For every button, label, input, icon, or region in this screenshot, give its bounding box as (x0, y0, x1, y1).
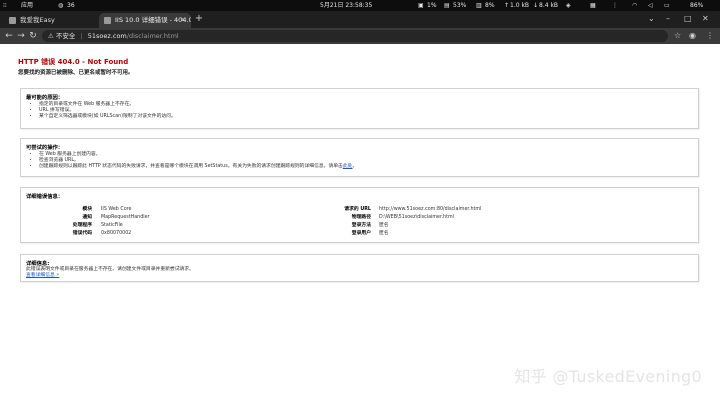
info-value: 匿名 (379, 231, 389, 236)
bookmark-star-icon[interactable]: ☆ (674, 31, 681, 41)
battery-level: 86% (690, 2, 704, 9)
info-key: 模块 (82, 207, 92, 212)
net-up: 1.0 kB (510, 2, 530, 9)
disk-usage: 8% (485, 2, 495, 9)
url-host: 51soez.com (87, 32, 127, 40)
browser-tab[interactable]: 我爱我Easy (4, 13, 96, 28)
profile-icon[interactable]: ◉ (689, 31, 696, 41)
memory-icon: ▤ (444, 2, 450, 9)
network-icon[interactable]: ⋮ (612, 0, 618, 11)
address-bar[interactable]: ⚠ 不安全 | 51soez.com/disclaimer.html (42, 30, 668, 42)
memory-usage: 53% (453, 2, 467, 9)
tray-icon[interactable]: ▦ (590, 0, 596, 11)
page-content: HTTP 错误 404.0 - Not Found 您要找的资源已被删除、已更名… (0, 44, 720, 405)
browser-toolbar: ← → ↻ ⚠ 不安全 | 51soez.com/disclaimer.html… (0, 28, 720, 44)
browser-tab-strip: 我爱我Easy IIS 10.0 详细错误 - 404.0 ✕ (0, 11, 720, 28)
wifi-icon[interactable]: ◠ (632, 0, 637, 11)
list-item-text: 创建跟踪规则以跟踪此 HTTP 状态代码的失败请求，并查看是哪个模块在调用 Se… (39, 164, 343, 170)
more-info-panel: 详细信息: 此错误表明文件或目录在服务器上不存在。请创建文件或目录并重新尝试请求… (20, 254, 699, 282)
info-key: 处理程序 (72, 223, 92, 228)
info-value: 匿名 (379, 223, 389, 228)
more-info-link[interactable]: 查看详细信息 » (26, 273, 194, 279)
divider: | (80, 32, 83, 40)
close-icon[interactable]: ✕ (180, 13, 186, 28)
actions-heading: 可尝试的操作： (26, 145, 64, 151)
info-key: 物理路径 (351, 215, 371, 220)
page-icon (9, 17, 16, 24)
forward-icon[interactable]: → (15, 30, 27, 42)
error-info-heading: 详细错误信息： (26, 194, 64, 200)
list-item: 某个自定义筛选器或模块(如 URLScan)限制了对该文件的访问。 (39, 114, 176, 120)
info-key: 请求的 URL (344, 207, 371, 212)
reload-icon[interactable]: ↻ (27, 30, 39, 42)
causes-panel: 最可能的原因： 指定的目录或文件在 Web 服务器上不存在。 URL 拼写错误。… (20, 88, 699, 129)
new-tab-button[interactable]: + (193, 13, 205, 25)
error-info-left-keys: 模块 通知 处理程序 错误代码 (48, 206, 92, 240)
info-value: StaticFile (101, 223, 123, 228)
causes-list: 指定的目录或文件在 Web 服务器上不存在。 URL 拼写错误。 某个自定义筛选… (34, 102, 176, 120)
tray-icon[interactable]: ◈ (566, 0, 571, 11)
net-down: 8.4 kB (539, 2, 559, 9)
error-info-right-values: http://www.51soez.com:80/disclaimer.html… (379, 206, 579, 240)
info-value: 0x80070002 (101, 231, 132, 236)
maximize-icon[interactable]: □ (684, 13, 692, 25)
url-path: /disclaimer.html (126, 32, 179, 40)
actions-panel: 可尝试的操作： 在 Web 服务器上创建内容。 检查浏览器 URL。 创建跟踪规… (20, 138, 699, 177)
system-top-bar: ⁝⁝ 应用 ◍ 36 5月21日 23:58:35 ▣ 1% ▤ 53% ▥ 8… (0, 0, 720, 11)
clock[interactable]: 5月21日 23:58:35 (320, 0, 372, 11)
error-title: HTTP 错误 404.0 - Not Found (18, 58, 129, 66)
tab-search-icon[interactable]: ⌄ (648, 13, 655, 25)
list-item: 创建跟踪规则以跟踪此 HTTP 状态代码的失败请求，并查看是哪个模块在调用 Se… (39, 164, 357, 170)
disk-icon: ▥ (476, 2, 482, 9)
minimize-icon[interactable]: – (666, 13, 670, 25)
page-icon (104, 17, 111, 24)
back-icon[interactable]: ← (3, 30, 15, 42)
download-icon: ↓ (533, 2, 539, 9)
security-label[interactable]: 不安全 (56, 32, 76, 40)
app-grid-icon[interactable]: ⁝⁝ (3, 0, 7, 11)
info-value: http://www.51soez.com:80/disclaimer.html (379, 207, 482, 212)
error-info-panel: 详细错误信息： 模块 通知 处理程序 错误代码 IIS Web Core Map… (20, 187, 699, 243)
tab-title: 我爱我Easy (20, 16, 55, 24)
error-info-left-values: IIS Web Core MapRequestHandler StaticFil… (101, 206, 251, 240)
apps-menu-label[interactable]: 应用 (21, 0, 33, 11)
error-info-right-keys: 请求的 URL 物理路径 登录方法 登录用户 (321, 206, 371, 240)
browser-tab-active[interactable]: IIS 10.0 详细错误 - 404.0 ✕ (99, 13, 191, 28)
close-window-icon[interactable]: ✕ (702, 13, 709, 25)
battery-icon[interactable]: ▭ (664, 0, 670, 11)
security-warning-icon[interactable]: ⚠ (48, 32, 54, 40)
info-key: 登录方法 (351, 223, 371, 228)
actions-list: 在 Web 服务器上创建内容。 检查浏览器 URL。 创建跟踪规则以跟踪此 HT… (34, 152, 357, 170)
error-subtitle: 您要找的资源已被删除、已更名或暂时不可用。 (18, 70, 134, 76)
info-value: D:\WEB\51soez\disclaimer.html (379, 215, 454, 220)
upload-icon: ↑ (504, 2, 510, 9)
info-key: 登录用户 (351, 231, 371, 236)
causes-heading: 最可能的原因： (26, 95, 64, 101)
volume-icon[interactable]: ◁ (648, 0, 653, 11)
notification-count: 36 (67, 2, 75, 9)
list-item-tail: 。 (352, 164, 358, 170)
cpu-icon: ▣ (418, 2, 424, 9)
info-value: MapRequestHandler (101, 215, 150, 220)
cpu-usage: 1% (427, 2, 437, 9)
notification-icon[interactable]: ◍ (58, 0, 63, 11)
more-info-heading: 详细信息: (26, 261, 50, 267)
info-value: IIS Web Core (101, 207, 132, 212)
more-info-text: 此错误表明文件或目录在服务器上不存在。请创建文件或目录并重新尝试请求。 查看详细… (26, 267, 194, 279)
info-key: 错误代码 (72, 231, 92, 236)
watermark: 知乎 @TuskedEvening0 (514, 367, 702, 386)
menu-icon[interactable]: ⋮ (706, 31, 714, 41)
info-key: 通知 (82, 215, 92, 220)
